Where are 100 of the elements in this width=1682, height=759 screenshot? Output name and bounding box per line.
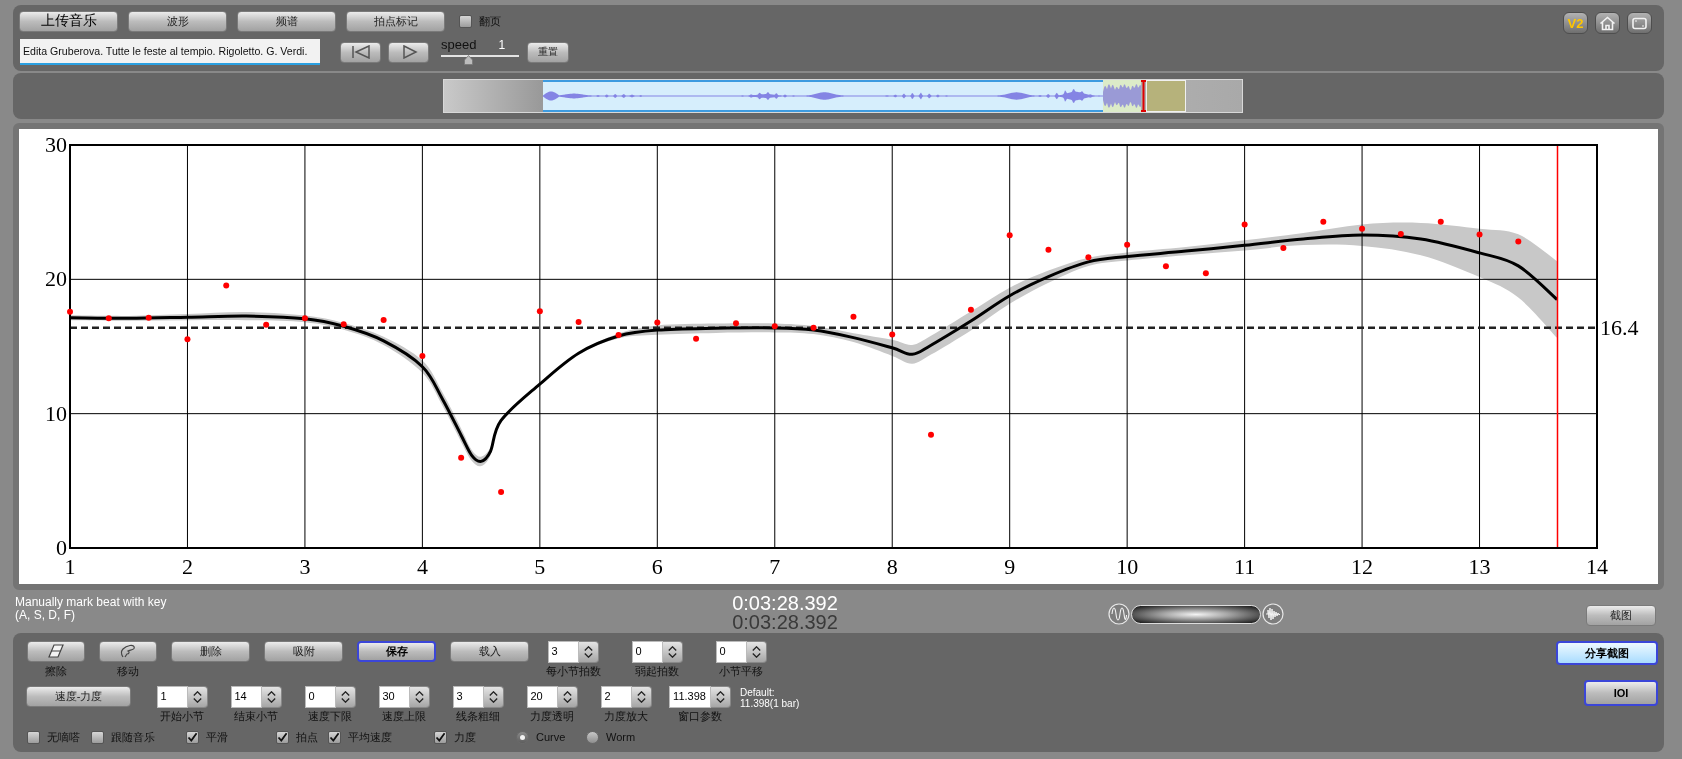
slider-thumb[interactable] (464, 55, 474, 65)
axis-tick-label: 30 (45, 132, 67, 157)
checkbox[interactable] (459, 14, 472, 28)
data-point (145, 314, 152, 321)
stepper-control[interactable] (335, 686, 356, 708)
waveform-icon[interactable] (1262, 603, 1284, 625)
skip-back-button[interactable] (340, 41, 381, 63)
radio-button[interactable] (586, 730, 599, 744)
action-button[interactable]: IOI (1584, 680, 1658, 706)
checkbox-label: 无嘀嗒 (47, 729, 80, 745)
caret-down-icon (562, 698, 572, 703)
toolbar-button[interactable]: 波形 (128, 10, 227, 32)
action-button[interactable]: 保存 (357, 641, 436, 662)
action-button[interactable]: 删除 (171, 641, 250, 662)
checkbox[interactable] (186, 730, 199, 744)
checkbox-label: 拍点 (296, 729, 318, 745)
checkbox[interactable] (91, 730, 104, 744)
field-label: 速度下限 (308, 710, 352, 722)
stepper-control[interactable] (557, 686, 578, 708)
radio-button[interactable] (516, 730, 529, 744)
data-point (1359, 225, 1366, 232)
number-field[interactable]: 11.398 (669, 686, 711, 708)
stepper-control[interactable] (409, 686, 430, 708)
stepper-control[interactable] (187, 686, 208, 708)
number-field[interactable]: 3 (452, 686, 484, 708)
number-field[interactable]: 0 (304, 686, 336, 708)
axis-tick-label: 10 (45, 400, 67, 426)
data-point (733, 320, 739, 327)
axis-tick-label: 9 (1004, 554, 1016, 579)
axis-tick-label: 10 (1116, 554, 1139, 579)
data-point (223, 282, 230, 289)
field-label: 结束小节 (234, 710, 278, 722)
checkbox-label: 力度 (454, 729, 476, 745)
checkbox[interactable] (276, 730, 289, 744)
caret-down-icon (751, 653, 761, 658)
data-point (693, 335, 700, 342)
axis-tick-label: 11 (1234, 554, 1256, 579)
axis-tick-label: 6 (651, 554, 663, 579)
caret-up-icon (414, 691, 424, 696)
checkbox-label: 平均速度 (348, 729, 392, 745)
field-label: 窗口参数 (678, 710, 722, 722)
toolbar-button[interactable]: 拍点标记 (346, 10, 445, 32)
stepper-control[interactable] (483, 686, 504, 708)
overview-track[interactable] (443, 79, 1243, 113)
action-button[interactable]: 分享截图 (1556, 641, 1658, 665)
stepper-control[interactable] (746, 641, 767, 663)
checkbox[interactable] (434, 730, 447, 744)
number-field[interactable]: 1 (156, 686, 188, 708)
number-field[interactable]: 20 (526, 686, 558, 708)
tool-button[interactable] (99, 641, 157, 662)
checkbox-label: 翻页 (479, 13, 501, 29)
tool-button[interactable] (27, 641, 85, 662)
stepper-control[interactable] (710, 686, 731, 708)
axis-tick-label: 2 (181, 554, 193, 579)
default-note: 11.398(1 bar) (740, 698, 800, 709)
track-title-field[interactable]: Edita Gruberova. Tutte le feste al tempio. Rigoletto. G. Verdi. (20, 39, 320, 65)
number-field[interactable]: 0 (715, 641, 747, 663)
number-field[interactable]: 2 (600, 686, 632, 708)
number-field[interactable]: 0 (631, 641, 663, 663)
mode-button[interactable]: 速度-力度 (26, 686, 131, 707)
action-button[interactable]: 吸附 (264, 641, 343, 662)
radio-label: Curve (536, 731, 566, 743)
data-point (1320, 218, 1327, 225)
playhead-marker[interactable] (1141, 80, 1146, 112)
fullscreen-button[interactable] (1627, 12, 1652, 34)
home-button[interactable] (1595, 12, 1620, 34)
toolbar-button[interactable]: 频谱 (237, 10, 336, 32)
checkbox-label: 平滑 (206, 729, 228, 745)
caret-down-icon (715, 698, 725, 703)
skip-back-icon (349, 45, 372, 59)
caret-up-icon (488, 691, 498, 696)
tool-caption: 移动 (117, 665, 139, 677)
caret-up-icon (192, 691, 202, 696)
number-field[interactable]: 14 (230, 686, 262, 708)
checkbox[interactable] (27, 730, 40, 744)
checkmark-icon (277, 731, 288, 743)
data-point (928, 431, 934, 438)
field-label: 力度放大 (604, 710, 648, 722)
action-button[interactable]: 载入 (450, 641, 529, 662)
checkbox[interactable] (328, 730, 341, 744)
visible-range-window[interactable] (543, 80, 1103, 112)
data-point (850, 313, 857, 320)
play-button[interactable] (388, 41, 429, 63)
axis-tick-label: 4 (416, 554, 428, 579)
stepper-control[interactable] (631, 686, 652, 708)
eraser-icon (47, 644, 65, 659)
axis-tick-label: 14 (1586, 554, 1608, 579)
toolbar-button[interactable]: 上传音乐 (19, 10, 118, 32)
number-field[interactable]: 30 (378, 686, 410, 708)
sine-wave-icon[interactable] (1108, 603, 1130, 625)
snapshot-button[interactable]: 截图 (1586, 605, 1656, 626)
number-field[interactable]: 3 (547, 641, 579, 663)
stepper-control[interactable] (261, 686, 282, 708)
reset-button[interactable]: 重置 (527, 41, 569, 63)
lasso-icon (119, 644, 137, 659)
stepper-control[interactable] (662, 641, 683, 663)
tool-caption: 擦除 (45, 665, 67, 677)
stepper-control[interactable] (578, 641, 599, 663)
caret-up-icon (636, 691, 646, 696)
data-point (1124, 241, 1131, 248)
